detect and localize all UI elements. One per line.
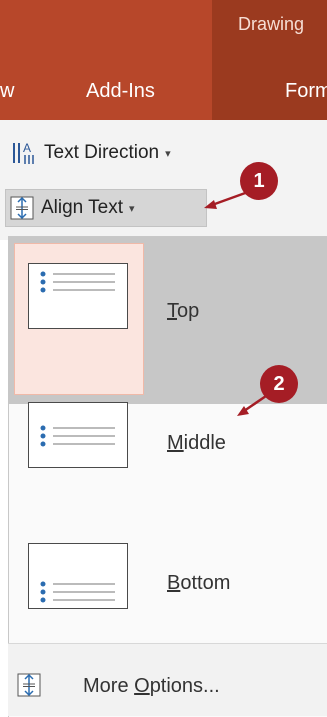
align-text-label: Align Text — [41, 197, 124, 218]
svg-text:A: A — [23, 141, 31, 155]
tab-view[interactable]: w — [0, 80, 14, 103]
align-middle-mnemonic: M — [167, 432, 184, 454]
more-options-label: More Options... — [83, 675, 220, 698]
tab-format[interactable]: Form — [285, 80, 327, 103]
tab-add-ins[interactable]: Add-Ins — [86, 80, 155, 103]
callout-badge-1: 1 — [240, 162, 278, 200]
align-bottom-mnemonic: B — [167, 572, 181, 594]
more-options-icon — [17, 673, 41, 697]
text-direction-icon: A — [13, 141, 34, 164]
more-options-rest: ptions... — [149, 675, 220, 697]
callout-badge-2: 2 — [260, 365, 298, 403]
drawing-context-label: Drawing — [238, 14, 305, 34]
align-bottom-label-rest: ottom — [180, 572, 231, 594]
align-bottom-icon — [28, 543, 128, 609]
align-bottom-label: Bottom — [167, 572, 230, 595]
align-middle-icon — [28, 402, 128, 468]
chevron-down-icon: ▾ — [129, 202, 135, 215]
more-options-prefix: More — [83, 675, 135, 697]
text-direction-label: Text Direction — [44, 142, 160, 163]
align-middle-label-rest: iddle — [183, 432, 226, 454]
align-middle-label: Middle — [167, 432, 226, 455]
align-top-label: Top — [167, 300, 199, 323]
text-direction-button[interactable]: A Text Direction ▾ — [10, 137, 171, 169]
align-top-icon — [28, 263, 128, 329]
chevron-down-icon: ▾ — [165, 147, 171, 160]
align-text-button[interactable]: Align Text ▾ — [5, 189, 207, 227]
align-top-mnemonic: T — [167, 300, 177, 322]
more-options-mnemonic: O — [134, 675, 150, 697]
align-text-icon — [10, 196, 34, 220]
align-top-label-rest: op — [177, 300, 200, 322]
